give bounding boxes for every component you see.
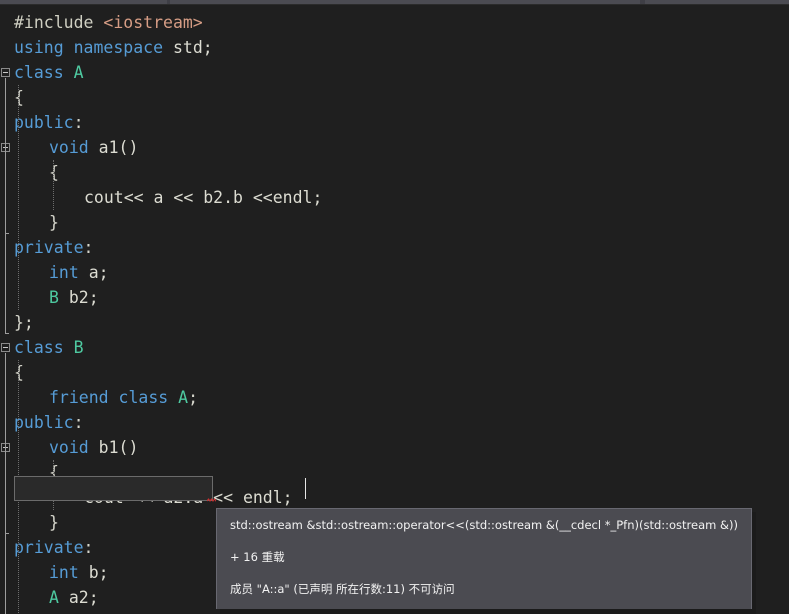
tooltip-error-message: 成员 "A::a" (已声明 所在行数:11) 不可访问 <box>230 582 455 596</box>
fold-rail <box>5 153 9 234</box>
indent-guide <box>53 160 55 210</box>
fold-rail <box>5 453 9 534</box>
error-squiggle-icon <box>207 498 216 502</box>
code-editor[interactable]: #include <iostream> using namespace std; c… <box>0 0 789 614</box>
current-line-highlight <box>14 476 213 501</box>
text-caret <box>305 478 306 499</box>
tooltip-overload-count: + 16 重载 <box>230 550 285 564</box>
fold-margin[interactable] <box>0 5 14 614</box>
fold-toggle-icon[interactable] <box>1 68 10 77</box>
tooltip-signature: std::ostream &std::ostream::operator<<(s… <box>230 518 738 532</box>
quick-info-tooltip: std::ostream &std::ostream::operator<<(s… <box>216 508 752 609</box>
fold-toggle-icon[interactable] <box>1 343 10 352</box>
indent-guide <box>18 85 20 310</box>
